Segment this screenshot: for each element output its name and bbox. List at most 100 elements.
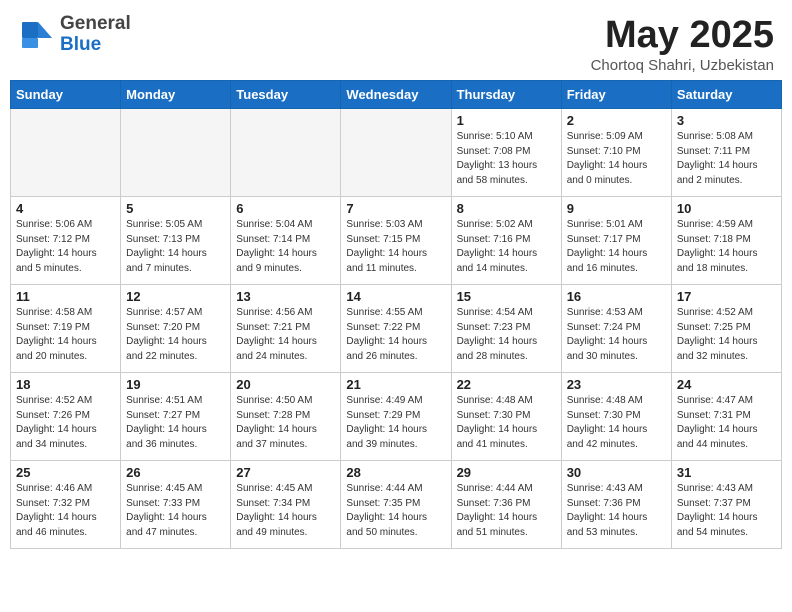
weekday-header-row: SundayMondayTuesdayWednesdayThursdayFrid… [11, 81, 782, 109]
day-number: 30 [567, 465, 666, 480]
day-number: 1 [457, 113, 556, 128]
logo-general: General [60, 14, 131, 35]
weekday-header-cell: Friday [561, 81, 671, 109]
weekday-header-cell: Tuesday [231, 81, 341, 109]
header: General Blue May 2025 Chortoq Shahri, Uz… [0, 0, 792, 80]
day-info: Sunrise: 4:44 AMSunset: 7:35 PMDaylight:… [346, 482, 445, 540]
calendar-table: SundayMondayTuesdayWednesdayThursdayFrid… [10, 80, 782, 549]
calendar-day-cell: 18Sunrise: 4:52 AMSunset: 7:26 PMDayligh… [11, 373, 121, 461]
calendar-day-cell: 23Sunrise: 4:48 AMSunset: 7:30 PMDayligh… [561, 373, 671, 461]
day-info: Sunrise: 4:45 AMSunset: 7:34 PMDaylight:… [236, 482, 335, 540]
calendar-day-cell: 19Sunrise: 4:51 AMSunset: 7:27 PMDayligh… [121, 373, 231, 461]
day-number: 13 [236, 289, 335, 304]
calendar-day-cell: 22 Sunrise: 4:48 AMSunset: 7:30 PMDayligh… [451, 373, 561, 461]
calendar-day-cell: 21 Sunrise: 4:49 AMSunset: 7:29 PMDayligh… [341, 373, 451, 461]
calendar-week-row: 18Sunrise: 4:52 AMSunset: 7:26 PMDayligh… [11, 373, 782, 461]
day-info: Sunrise: 4:49 AMSunset: 7:29 PMDaylight:… [346, 394, 445, 452]
logo-graphic-icon [18, 16, 56, 54]
day-number: 11 [16, 289, 115, 304]
day-info: Sunrise: 5:08 AMSunset: 7:11 PMDaylight:… [677, 130, 776, 188]
calendar-day-cell [121, 109, 231, 197]
day-number: 14 [346, 289, 445, 304]
calendar-day-cell: 9 Sunrise: 5:01 AMSunset: 7:17 PMDaylight… [561, 197, 671, 285]
calendar-day-cell: 2Sunrise: 5:09 AMSunset: 7:10 PMDaylight… [561, 109, 671, 197]
calendar-header: SundayMondayTuesdayWednesdayThursdayFrid… [11, 81, 782, 109]
day-info: Sunrise: 5:01 AMSunset: 7:17 PMDaylight:… [567, 218, 666, 276]
day-info: Sunrise: 4:46 AMSunset: 7:32 PMDaylight:… [16, 482, 115, 540]
calendar-day-cell: 4 Sunrise: 5:06 AMSunset: 7:12 PMDaylight… [11, 197, 121, 285]
day-number: 3 [677, 113, 776, 128]
day-number: 7 [346, 201, 445, 216]
calendar-day-cell: 28 Sunrise: 4:44 AMSunset: 7:35 PMDayligh… [341, 461, 451, 549]
day-info: Sunrise: 4:59 AMSunset: 7:18 PMDaylight:… [677, 218, 776, 276]
day-info: Sunrise: 4:56 AMSunset: 7:21 PMDaylight:… [236, 306, 335, 364]
calendar-day-cell: 6Sunrise: 5:04 AMSunset: 7:14 PMDaylight… [231, 197, 341, 285]
logo: General Blue [18, 14, 131, 56]
calendar-week-row: 11 Sunrise: 4:58 AMSunset: 7:19 PMDayligh… [11, 285, 782, 373]
day-number: 6 [236, 201, 335, 216]
day-info: Sunrise: 5:10 AMSunset: 7:08 PMDaylight:… [457, 130, 556, 188]
calendar-day-cell: 13 Sunrise: 4:56 AMSunset: 7:21 PMDayligh… [231, 285, 341, 373]
weekday-header-cell: Saturday [671, 81, 781, 109]
day-info: Sunrise: 4:57 AMSunset: 7:20 PMDaylight:… [126, 306, 225, 364]
day-number: 5 [126, 201, 225, 216]
day-info: Sunrise: 4:47 AMSunset: 7:31 PMDaylight:… [677, 394, 776, 452]
calendar-day-cell [341, 109, 451, 197]
day-info: Sunrise: 4:45 AMSunset: 7:33 PMDaylight:… [126, 482, 225, 540]
calendar-day-cell: 29 Sunrise: 4:44 AMSunset: 7:36 PMDayligh… [451, 461, 561, 549]
day-info: Sunrise: 4:58 AMSunset: 7:19 PMDaylight:… [16, 306, 115, 364]
logo-icon [18, 16, 56, 54]
day-number: 15 [457, 289, 556, 304]
calendar-day-cell: 30Sunrise: 4:43 AMSunset: 7:36 PMDayligh… [561, 461, 671, 549]
day-info: Sunrise: 4:44 AMSunset: 7:36 PMDaylight:… [457, 482, 556, 540]
calendar-day-cell: 5Sunrise: 5:05 AMSunset: 7:13 PMDaylight… [121, 197, 231, 285]
calendar-day-cell: 17 Sunrise: 4:52 AMSunset: 7:25 PMDayligh… [671, 285, 781, 373]
calendar-day-cell: 14 Sunrise: 4:55 AMSunset: 7:22 PMDayligh… [341, 285, 451, 373]
logo-text-block: General Blue [60, 14, 131, 56]
calendar-day-cell: 31Sunrise: 4:43 AMSunset: 7:37 PMDayligh… [671, 461, 781, 549]
main-title: May 2025 [591, 14, 774, 57]
day-number: 18 [16, 377, 115, 392]
day-number: 16 [567, 289, 666, 304]
day-info: Sunrise: 4:52 AMSunset: 7:25 PMDaylight:… [677, 306, 776, 364]
day-number: 8 [457, 201, 556, 216]
weekday-header-cell: Thursday [451, 81, 561, 109]
day-info: Sunrise: 5:06 AMSunset: 7:12 PMDaylight:… [16, 218, 115, 276]
day-info: Sunrise: 4:43 AMSunset: 7:37 PMDaylight:… [677, 482, 776, 540]
calendar-day-cell [11, 109, 121, 197]
day-info: Sunrise: 4:48 AMSunset: 7:30 PMDaylight:… [457, 394, 556, 452]
calendar-day-cell: 16 Sunrise: 4:53 AMSunset: 7:24 PMDayligh… [561, 285, 671, 373]
calendar-week-row: 4 Sunrise: 5:06 AMSunset: 7:12 PMDaylight… [11, 197, 782, 285]
calendar-week-row: 1 Sunrise: 5:10 AMSunset: 7:08 PMDaylight… [11, 109, 782, 197]
day-number: 2 [567, 113, 666, 128]
calendar-day-cell: 25 Sunrise: 4:46 AMSunset: 7:32 PMDayligh… [11, 461, 121, 549]
calendar-day-cell [231, 109, 341, 197]
day-number: 29 [457, 465, 556, 480]
calendar-day-cell: 3 Sunrise: 5:08 AMSunset: 7:11 PMDaylight… [671, 109, 781, 197]
day-info: Sunrise: 4:48 AMSunset: 7:30 PMDaylight:… [567, 394, 666, 452]
day-number: 4 [16, 201, 115, 216]
calendar-day-cell: 10Sunrise: 4:59 AMSunset: 7:18 PMDayligh… [671, 197, 781, 285]
calendar-day-cell: 1 Sunrise: 5:10 AMSunset: 7:08 PMDaylight… [451, 109, 561, 197]
calendar-week-row: 25 Sunrise: 4:46 AMSunset: 7:32 PMDayligh… [11, 461, 782, 549]
calendar-wrapper: SundayMondayTuesdayWednesdayThursdayFrid… [0, 80, 792, 559]
day-number: 28 [346, 465, 445, 480]
subtitle: Chortoq Shahri, Uzbekistan [591, 57, 774, 74]
calendar-day-cell: 12Sunrise: 4:57 AMSunset: 7:20 PMDayligh… [121, 285, 231, 373]
day-number: 19 [126, 377, 225, 392]
page-container: General Blue May 2025 Chortoq Shahri, Uz… [0, 0, 792, 612]
day-number: 22 [457, 377, 556, 392]
calendar-day-cell: 11 Sunrise: 4:58 AMSunset: 7:19 PMDayligh… [11, 285, 121, 373]
day-info: Sunrise: 5:02 AMSunset: 7:16 PMDaylight:… [457, 218, 556, 276]
day-number: 17 [677, 289, 776, 304]
day-info: Sunrise: 4:55 AMSunset: 7:22 PMDaylight:… [346, 306, 445, 364]
day-number: 20 [236, 377, 335, 392]
day-number: 9 [567, 201, 666, 216]
day-info: Sunrise: 4:53 AMSunset: 7:24 PMDaylight:… [567, 306, 666, 364]
calendar-day-cell: 7Sunrise: 5:03 AMSunset: 7:15 PMDaylight… [341, 197, 451, 285]
calendar-day-cell: 8 Sunrise: 5:02 AMSunset: 7:16 PMDaylight… [451, 197, 561, 285]
day-number: 25 [16, 465, 115, 480]
day-number: 27 [236, 465, 335, 480]
day-number: 21 [346, 377, 445, 392]
day-info: Sunrise: 4:54 AMSunset: 7:23 PMDaylight:… [457, 306, 556, 364]
